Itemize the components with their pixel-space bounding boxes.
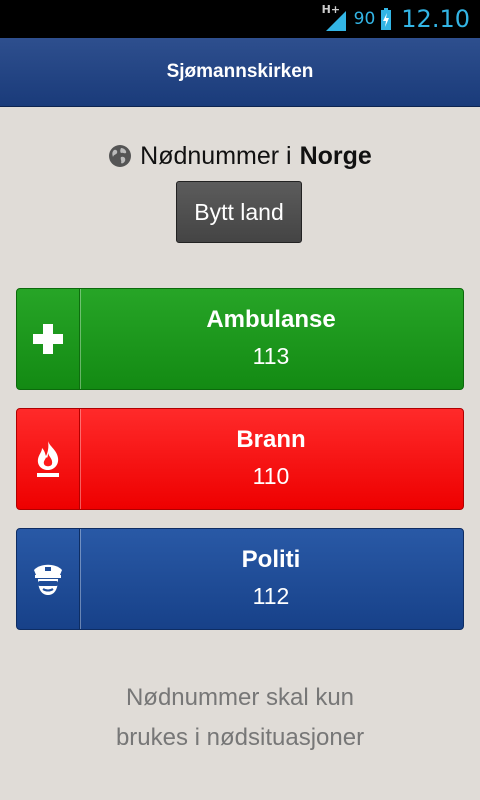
police-icon-cell xyxy=(17,529,81,629)
country-name: Norge xyxy=(299,141,372,170)
country-prefix: Nødnummer i xyxy=(140,141,292,170)
police-label: Politi xyxy=(241,546,301,573)
switch-country-button[interactable]: Bytt land xyxy=(176,181,302,243)
signal-icon: H+ xyxy=(322,3,348,31)
police-text: Politi 112 xyxy=(79,529,463,629)
battery-icon xyxy=(381,8,392,30)
fire-icon-cell xyxy=(17,409,81,509)
note-line-2: brukes i nødsituasjoner xyxy=(115,724,365,751)
ambulance-icon-cell xyxy=(17,289,81,389)
police-button[interactable]: Politi 112 xyxy=(16,528,464,630)
battery-percent: 90 xyxy=(353,9,376,29)
ambulance-label: Ambulanse xyxy=(206,306,336,333)
emergency-note: Nødnummer skal kun brukes i nødsituasjon… xyxy=(0,678,480,758)
police-number: 112 xyxy=(252,583,290,609)
app-title: Sjømannskirken xyxy=(166,61,314,82)
fire-number: 110 xyxy=(252,463,290,489)
ambulance-button[interactable]: Ambulanse 113 xyxy=(16,288,464,390)
status-indicators: H+ 90 12.10 xyxy=(322,0,470,38)
fire-button[interactable]: Brann 110 xyxy=(16,408,464,510)
fire-label: Brann xyxy=(236,426,306,453)
globe-icon xyxy=(109,145,132,167)
status-bar: H+ 90 12.10 xyxy=(0,0,480,38)
title-bar: Sjømannskirken xyxy=(0,38,480,107)
fire-icon xyxy=(37,441,59,477)
plus-icon xyxy=(33,324,63,354)
country-row: Nødnummer i Norge xyxy=(0,138,480,174)
clock: 12.10 xyxy=(401,5,470,33)
ambulance-text: Ambulanse 113 xyxy=(79,289,463,389)
note-line-1: Nødnummer skal kun xyxy=(125,684,355,711)
fire-text: Brann 110 xyxy=(79,409,463,509)
ambulance-number: 113 xyxy=(252,343,290,369)
police-icon xyxy=(34,564,62,595)
